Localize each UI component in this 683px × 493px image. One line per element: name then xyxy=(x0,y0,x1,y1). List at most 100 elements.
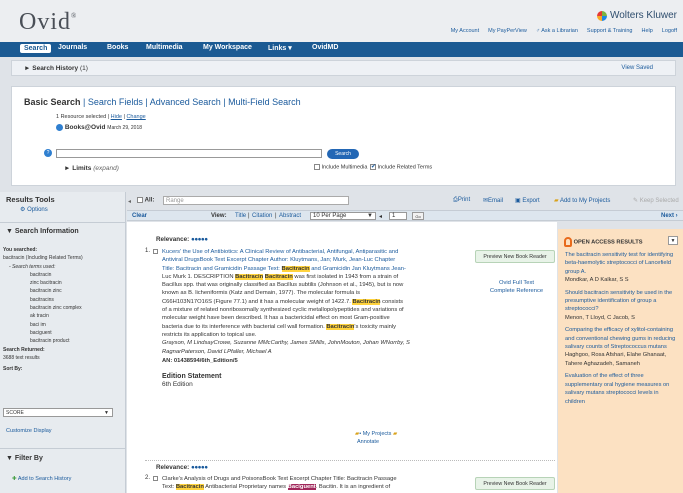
books-date: March 29, 2018 xyxy=(107,125,143,132)
search-returned-count: 3688 text results xyxy=(3,354,40,361)
next-page-link[interactable]: Next › xyxy=(661,213,678,219)
ovid-full-text-link[interactable]: Ovid Full Text xyxy=(479,279,554,287)
passage-line: Clarke's Analysis of Drugs and PoisonsBo… xyxy=(162,475,487,483)
options-link[interactable]: ⚙ Options xyxy=(20,206,48,213)
annotate-link[interactable]: Annotate xyxy=(357,439,379,445)
nav-search[interactable]: Search xyxy=(20,44,52,53)
search-history-count: (1) xyxy=(79,65,88,72)
nav-ovidmd[interactable]: OvidMD xyxy=(312,44,338,51)
open-access-header: OPEN ACCESS RESULTS xyxy=(564,237,642,247)
export-button[interactable]: ▣ Export xyxy=(515,197,540,204)
select-all-checkbox[interactable] xyxy=(137,197,143,203)
open-access-item-title[interactable]: The bacitracin sensitivity test for iden… xyxy=(565,251,678,276)
my-account-link[interactable]: My Account xyxy=(451,28,479,34)
help-link[interactable]: Help xyxy=(641,28,652,34)
tab-basic-search[interactable]: Basic Search xyxy=(24,97,81,107)
collapse-arrow-icon[interactable]: ◂ xyxy=(128,198,131,205)
result-separator xyxy=(145,460,555,461)
clear-button[interactable]: Clear xyxy=(132,213,147,219)
relevance-stars: ●●●●● xyxy=(191,464,208,471)
nav-multimedia[interactable]: Multimedia xyxy=(146,44,183,51)
chevron-down-icon[interactable]: ▼ xyxy=(668,236,678,245)
search-term: bacitracin xyxy=(30,271,52,278)
relevance-label: Relevance: ●●●●● xyxy=(156,464,208,471)
include-multimedia-label: Include Multimedia xyxy=(321,164,368,171)
tab-advanced-search[interactable]: Advanced Search xyxy=(150,97,221,107)
search-history-bar[interactable]: ► Search History (1) View Saved xyxy=(11,60,676,76)
change-link[interactable]: Change xyxy=(126,114,145,120)
view-citation-option[interactable]: Citation xyxy=(252,213,272,219)
include-multimedia-checkbox[interactable] xyxy=(314,164,320,170)
top-header: Ovid® Wolters Kluwer My Account My PayPe… xyxy=(0,0,683,42)
preview-book-reader-button[interactable]: Preview New Book Reader xyxy=(475,250,555,263)
ovid-logo[interactable]: Ovid® xyxy=(19,9,77,36)
hide-link[interactable]: Hide xyxy=(111,114,122,120)
add-to-my-projects-label: Add to My Projects xyxy=(559,198,611,204)
tab-search-fields[interactable]: Search Fields xyxy=(88,97,143,107)
result-checkbox[interactable] xyxy=(153,249,158,254)
chevron-down-icon: ▼ xyxy=(367,213,373,219)
options-label: Options xyxy=(27,207,48,213)
customize-display-link[interactable]: Customize Display xyxy=(6,428,52,434)
limits-label: ► Limits xyxy=(64,165,92,172)
search-term: baciguent xyxy=(30,329,52,336)
nav-links[interactable]: Links ▾ xyxy=(268,44,292,52)
include-related-terms-checkbox[interactable]: ✔ xyxy=(370,164,376,170)
nav-journals[interactable]: Journals xyxy=(58,44,87,51)
add-to-search-history-link[interactable]: ✚ Add to Search History xyxy=(12,476,71,482)
result-2-passage[interactable]: Clarke's Analysis of Drugs and PoisonsBo… xyxy=(162,475,487,492)
include-multimedia-option[interactable]: Include Multimedia xyxy=(314,164,367,170)
go-button[interactable]: Go xyxy=(412,212,424,220)
open-access-item-title[interactable]: Evaluation of the effect of three supple… xyxy=(565,372,678,406)
nav-books[interactable]: Books xyxy=(107,44,128,51)
passage-line: Bacillus spp. that was originally classi… xyxy=(162,281,487,289)
search-input[interactable] xyxy=(56,149,322,158)
print-button[interactable]: ⎙Print xyxy=(453,197,470,204)
passage-text: bacteria due to its interference with ba… xyxy=(162,323,327,330)
open-access-item-title[interactable]: Comparing the efficacy of xylitol-contai… xyxy=(565,326,678,351)
result-checkbox[interactable] xyxy=(153,476,158,481)
passage-text: Luc Murk 1. DESCRIPTION xyxy=(162,273,236,280)
highlighted-term: Bacitracin xyxy=(235,273,264,280)
help-icon[interactable]: ? xyxy=(44,149,52,157)
view-saved-link[interactable]: View Saved xyxy=(621,65,653,71)
select-all[interactable]: All: xyxy=(137,197,154,204)
page-number-input[interactable]: 1 xyxy=(389,212,407,220)
limits-toggle[interactable]: ► Limits (expand) xyxy=(64,165,119,172)
support-training-link[interactable]: Support & Training xyxy=(587,28,633,34)
search-button[interactable]: Search xyxy=(327,149,359,159)
nav-my-workspace[interactable]: My Workspace xyxy=(203,44,252,51)
email-button[interactable]: ✉Email xyxy=(483,197,503,204)
per-page-select[interactable]: 10 Per Page ▼ xyxy=(310,212,376,220)
tab-multi-field-search[interactable]: Multi-Field Search xyxy=(228,97,301,107)
complete-reference-link[interactable]: Complete Reference xyxy=(479,287,554,295)
add-to-my-projects-button[interactable]: ▰ Add to My Projects xyxy=(554,197,610,204)
page-prev-icon[interactable]: ◂ xyxy=(379,213,382,220)
passage-text: Antiviral DrugsBook Text Excerpt Chapter… xyxy=(162,257,396,264)
my-payperview-link[interactable]: My PayPerView xyxy=(488,28,527,34)
relevance-stars: ●●●●● xyxy=(191,236,208,243)
filter-by-heading[interactable]: ▼ Filter By xyxy=(6,455,43,462)
preview-book-reader-button[interactable]: Preview New Book Reader xyxy=(475,477,555,490)
search-information-heading[interactable]: ▼ Search Information xyxy=(6,228,79,235)
gear-icon: ⚙ xyxy=(20,207,26,213)
view-title-option[interactable]: Title xyxy=(235,213,246,219)
range-input[interactable]: Range xyxy=(163,196,349,205)
result-1-passage: Kucers' the Use of Antibiotics: A Clinic… xyxy=(162,248,487,339)
my-projects-link[interactable]: ▰• My Projects ▰ xyxy=(355,431,397,437)
open-access-item-title[interactable]: Should bacitracin sensitivity be used in… xyxy=(565,289,678,314)
annotate-icon: ▰ xyxy=(392,431,398,437)
keep-selected-button[interactable]: ✎ Keep Selected xyxy=(633,197,679,204)
search-history-toggle[interactable]: ► Search History (1) xyxy=(24,65,88,72)
highlighted-term: Bacitracin xyxy=(175,484,204,491)
resource-selected-text: 1 Resource selected | xyxy=(56,114,110,120)
sort-by-select[interactable]: SCORE ▼ xyxy=(3,408,113,417)
books-resource: Books@Ovid March 29, 2018 xyxy=(56,124,142,131)
ask-librarian-link[interactable]: ♂ Ask a Librarian xyxy=(536,28,578,34)
include-related-terms-option[interactable]: ✔ Include Related Terms xyxy=(370,164,432,170)
logoff-link[interactable]: Logoff xyxy=(662,28,677,34)
edition-value: 6th Edition xyxy=(162,381,193,389)
view-abstract-option[interactable]: Abstract xyxy=(279,213,301,219)
you-searched-label: You searched: xyxy=(3,247,38,253)
result-text[interactable]: Kucers' the Use of Antibiotics: A Clinic… xyxy=(162,248,487,390)
